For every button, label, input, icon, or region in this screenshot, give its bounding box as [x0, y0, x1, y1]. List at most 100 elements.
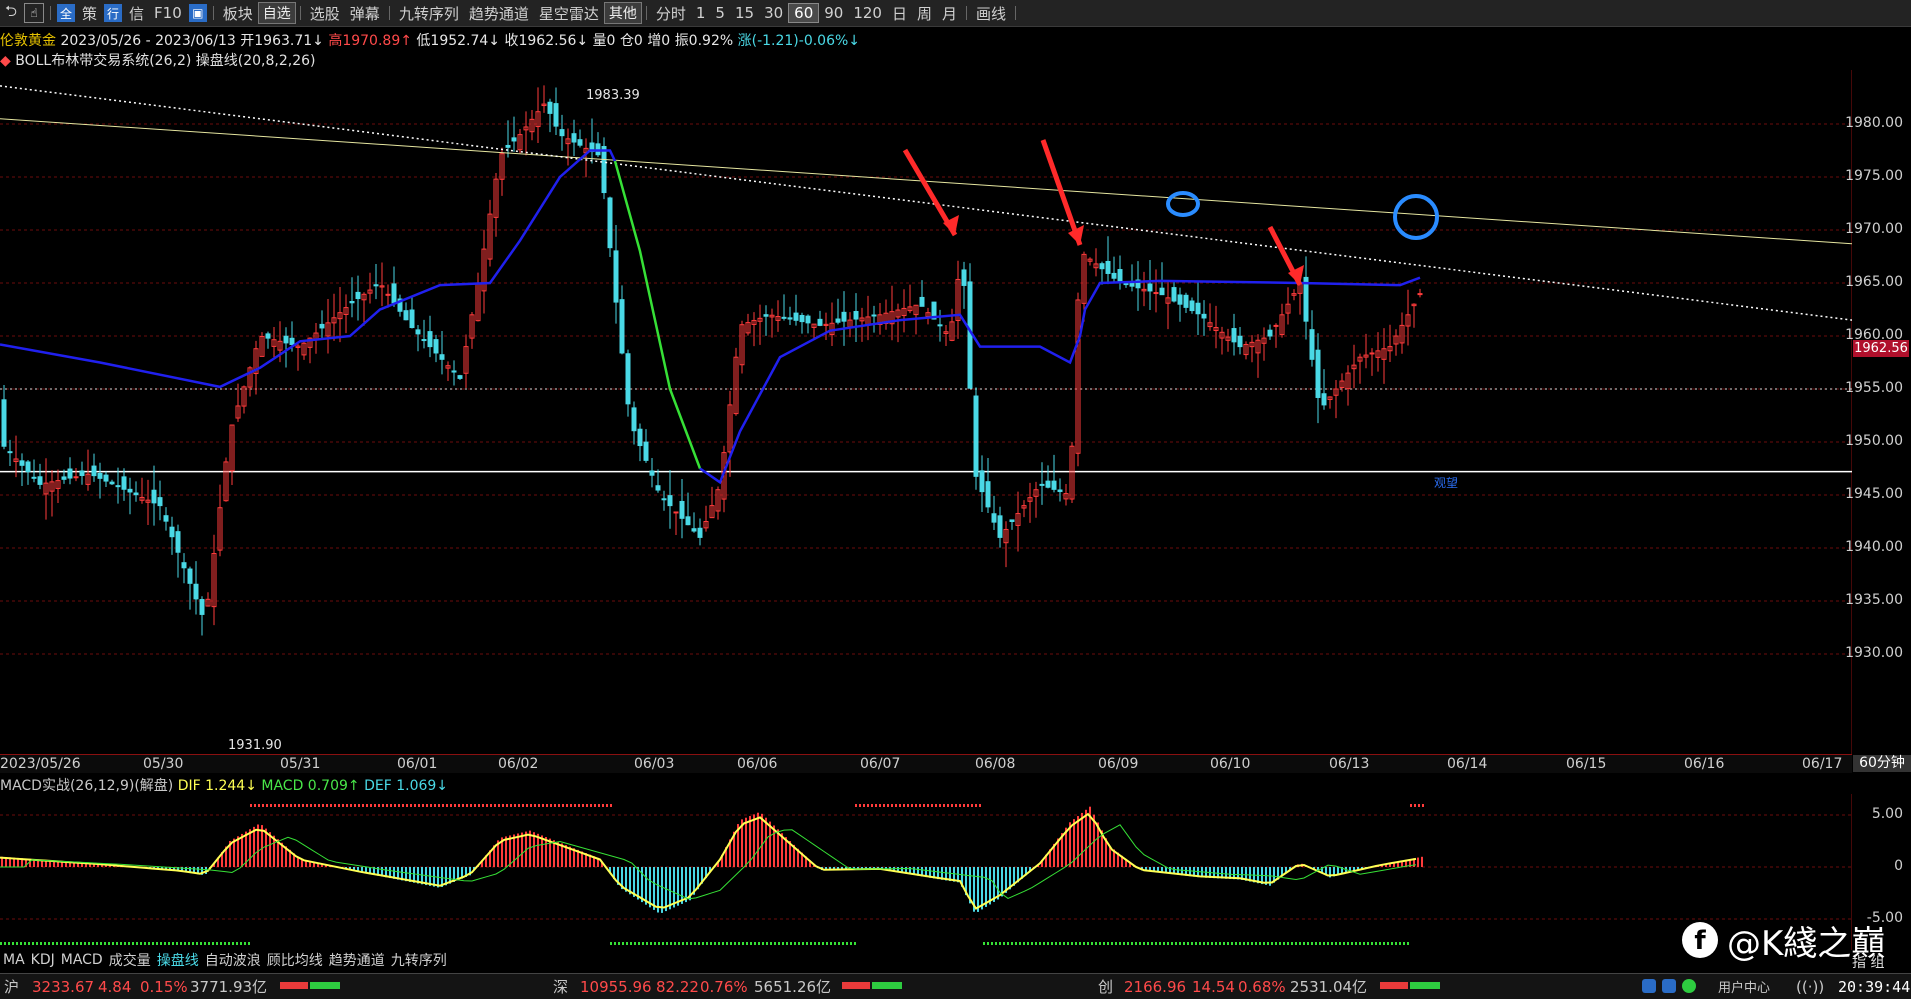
macd-chart[interactable] — [0, 794, 1852, 950]
trend-channel-button[interactable]: 趋势通道 — [464, 3, 534, 24]
candle-body — [175, 531, 181, 553]
red-arrow — [1040, 139, 1083, 246]
indicator-tab[interactable]: MACD — [58, 952, 106, 968]
low-label: 1931.90 — [228, 738, 282, 753]
danmaku-button[interactable]: 弹幕 — [345, 3, 385, 24]
signal-dot — [80, 942, 82, 945]
indicator-tab[interactable]: KDJ — [28, 952, 58, 968]
candle-body — [37, 476, 43, 485]
signal-dot — [446, 804, 448, 807]
candle-body — [577, 139, 583, 146]
sector-button[interactable]: 板块 — [218, 3, 258, 24]
indicator-tab[interactable]: 成交量 — [106, 950, 154, 970]
period-90[interactable]: 90 — [819, 4, 848, 22]
strategy-button[interactable]: 策 — [77, 3, 102, 24]
signal-dot — [434, 804, 436, 807]
period-day[interactable]: 日 — [887, 3, 912, 24]
indicator-tab[interactable]: 操盘线 — [154, 950, 202, 970]
period-1[interactable]: 1 — [691, 4, 711, 22]
signal-dot — [714, 942, 716, 945]
signal-dot — [983, 942, 985, 945]
candlestick-chart[interactable]: 1983.39 1931.90 观望 — [0, 70, 1852, 754]
signal-dot — [1283, 942, 1285, 945]
other-select[interactable]: 其他 — [603, 2, 642, 24]
signal-dot — [1279, 942, 1281, 945]
candle-body — [439, 354, 445, 360]
period-15[interactable]: 15 — [730, 4, 759, 22]
watermark-text: @K綫之巔 — [1727, 924, 1886, 964]
draw-line-button[interactable]: 画线 — [971, 3, 1011, 24]
stock-screener-button[interactable]: 选股 — [305, 3, 345, 24]
signal-dot — [314, 804, 316, 807]
signal-dot — [690, 942, 692, 945]
candle-body — [97, 472, 103, 479]
price-axis-label: 1940.00 — [1845, 539, 1903, 555]
period-30[interactable]: 30 — [759, 4, 788, 22]
signal-dot — [208, 942, 210, 945]
signal-dot — [450, 804, 452, 807]
period-5[interactable]: 5 — [710, 4, 730, 22]
candle-body — [1057, 489, 1063, 492]
signal-dot — [16, 942, 18, 945]
period-week[interactable]: 周 — [912, 3, 937, 24]
sz-bar-up — [842, 982, 870, 989]
signal-dot — [634, 942, 636, 945]
candle-body — [961, 269, 967, 286]
f10-button[interactable]: F10 — [149, 4, 187, 22]
signal-dot — [586, 804, 588, 807]
period-intraday[interactable]: 分时 — [651, 3, 691, 24]
date-axis-label: 06/14 — [1447, 756, 1488, 772]
back-icon[interactable]: ⮌ — [0, 1, 22, 26]
candle-body — [421, 339, 427, 342]
refresh-icon[interactable] — [1682, 979, 1696, 993]
watchlist-select[interactable]: 自选 — [257, 2, 296, 24]
signal-dot — [1418, 804, 1420, 807]
signal-dot — [1027, 942, 1029, 945]
candle-body — [91, 465, 97, 477]
candle-body — [553, 103, 559, 127]
signal-dot — [438, 804, 440, 807]
signal-dot — [1035, 942, 1037, 945]
signal-dot — [204, 942, 206, 945]
signal-dot — [1007, 942, 1009, 945]
price-axis-label: 1970.00 — [1845, 221, 1903, 237]
s-icon[interactable] — [1642, 979, 1656, 993]
indicator-tab[interactable]: 九转序列 — [388, 950, 450, 970]
period-month[interactable]: 月 — [937, 3, 962, 24]
nine-sequence-button[interactable]: 九转序列 — [394, 3, 464, 24]
cursor-icon[interactable]: ☝ — [24, 3, 45, 23]
signal-dot — [1115, 942, 1117, 945]
signal-dot — [1335, 942, 1337, 945]
signal-dot — [1231, 942, 1233, 945]
signal-dot — [148, 942, 150, 945]
signal-dot — [1039, 942, 1041, 945]
indicator-tab[interactable]: 顾比均线 — [264, 950, 326, 970]
signal-dot — [310, 804, 312, 807]
operation-line-label: 操盘线(20,8,2,26) — [195, 53, 316, 69]
period-60[interactable]: 60 — [788, 3, 820, 23]
candle-body — [457, 375, 463, 379]
sh-pct: 0.15% — [140, 977, 188, 996]
signal-dot — [975, 804, 977, 807]
signal-dot — [270, 804, 272, 807]
indicator-tab[interactable]: 自动波浪 — [202, 950, 264, 970]
user-center-link[interactable]: 用户中心 — [1718, 977, 1770, 996]
radar-button[interactable]: 星空雷达 — [534, 3, 604, 24]
period-label[interactable]: 60分钟 — [1853, 755, 1911, 772]
quote-icon[interactable]: 行 — [104, 4, 123, 22]
window-icon[interactable]: ▣ — [188, 4, 207, 22]
indicator-tab[interactable]: MA — [0, 952, 28, 968]
macd-value: MACD 0.709↑ — [261, 778, 360, 794]
candle-body — [805, 315, 811, 324]
info-button[interactable]: 信 — [124, 3, 149, 24]
signal-dot — [638, 942, 640, 945]
signal-dot — [806, 942, 808, 945]
candle-body — [799, 314, 805, 323]
candle-body — [979, 470, 985, 493]
signal-dot — [842, 942, 844, 945]
period-120[interactable]: 120 — [848, 4, 887, 22]
signal-dot — [88, 942, 90, 945]
all-icon[interactable]: 全 — [57, 4, 76, 22]
indicator-tab[interactable]: 趋势通道 — [326, 950, 388, 970]
message-icon[interactable] — [1662, 979, 1676, 993]
